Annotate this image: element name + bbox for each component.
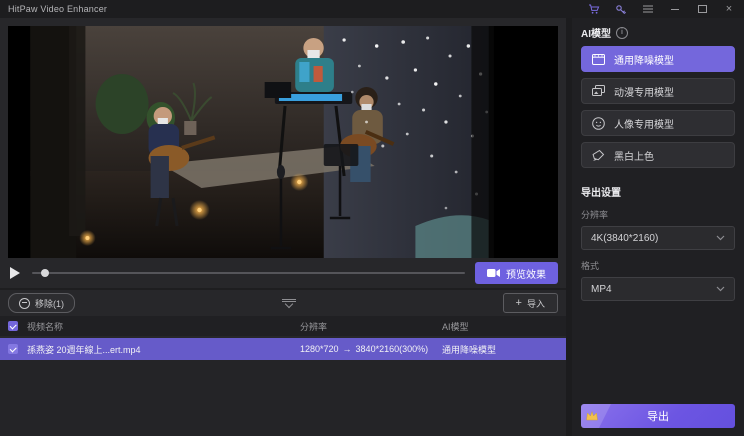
resolution-from: 1280*720: [300, 344, 339, 354]
film-frame-icon: [592, 54, 605, 65]
slider-track: [32, 272, 465, 274]
remove-button[interactable]: 移除(1): [8, 293, 75, 313]
model-label: 动漫专用模型: [614, 84, 674, 99]
chevron-down-icon: [716, 286, 725, 292]
video-frame-image: [8, 26, 558, 258]
playback-slider[interactable]: [32, 266, 465, 280]
model-label: 通用降噪模型: [614, 52, 674, 67]
format-label: 格式: [581, 259, 735, 272]
video-preview[interactable]: [8, 26, 558, 258]
model-label: 黑白上色: [614, 148, 654, 163]
slider-knob[interactable]: [41, 269, 49, 277]
cart-icon[interactable]: [587, 3, 601, 15]
export-button[interactable]: 导出: [581, 404, 735, 428]
format-value: MP4: [591, 284, 612, 295]
resolution-to: 3840*2160(300%): [356, 344, 429, 354]
minimize-icon[interactable]: [668, 3, 682, 15]
video-camera-icon: [487, 268, 500, 278]
table-row[interactable]: 孫燕姿 20週年線上...ert.mp4 1280*720 → 3840*216…: [0, 338, 566, 360]
close-icon[interactable]: ×: [722, 3, 736, 15]
column-ai-model: AI模型: [442, 320, 558, 333]
crown-badge: [581, 404, 611, 428]
right-sidebar: AI模型 i 通用降噪模型 动漫专用模型: [572, 18, 744, 436]
left-panel: 预览效果 移除(1) + 导入: [0, 18, 572, 436]
chevron-down-icon: [716, 235, 725, 241]
format-dropdown[interactable]: MP4: [581, 277, 735, 301]
app-window: HitPaw Video Enhancer ×: [0, 0, 744, 436]
plus-icon: +: [516, 298, 522, 309]
marker-icon: [592, 149, 605, 162]
import-button[interactable]: + 导入: [503, 293, 558, 313]
model-label: 人像专用模型: [614, 116, 674, 131]
import-label: 导入: [527, 297, 545, 310]
table-empty-area: [0, 360, 566, 436]
resolution-dropdown[interactable]: 4K(3840*2160): [581, 226, 735, 250]
photos-icon: [592, 85, 605, 97]
model-button-general-denoise[interactable]: 通用降噪模型: [581, 46, 735, 72]
select-all-checkbox[interactable]: [8, 321, 18, 331]
remove-label: 移除(1): [35, 297, 64, 310]
video-filename: 孫燕姿 20週年線上...ert.mp4: [27, 343, 141, 356]
ai-models-title: AI模型: [581, 25, 611, 40]
column-resolution: 分辨率: [300, 320, 442, 333]
restore-icon[interactable]: [695, 3, 709, 15]
model-button-colorize[interactable]: 黑白上色: [581, 142, 735, 168]
playback-controls: 预览效果: [0, 258, 566, 288]
play-button[interactable]: [8, 266, 22, 280]
resolution-value: 4K(3840*2160): [591, 233, 658, 244]
menu-icon[interactable]: [641, 3, 655, 15]
main-area: 预览效果 移除(1) + 导入: [0, 18, 744, 436]
model-button-portrait[interactable]: 人像专用模型: [581, 110, 735, 136]
resolution-label: 分辨率: [581, 208, 735, 221]
file-toolbar: 移除(1) + 导入: [0, 290, 566, 316]
model-button-anime[interactable]: 动漫专用模型: [581, 78, 735, 104]
title-bar: HitPaw Video Enhancer ×: [0, 0, 744, 18]
collapse-handle-icon[interactable]: [282, 299, 296, 307]
info-icon[interactable]: i: [616, 27, 628, 39]
export-label: 导出: [647, 408, 669, 424]
column-video-name: 视频名称: [27, 320, 63, 333]
table-header: 视频名称 分辨率 AI模型: [0, 316, 566, 336]
arrow-icon: →: [343, 344, 352, 354]
export-settings-title: 导出设置: [581, 184, 735, 199]
preview-effect-label: 预览效果: [506, 266, 546, 281]
app-title: HitPaw Video Enhancer: [8, 4, 107, 14]
remove-circle-icon: [19, 298, 30, 309]
crown-icon: [585, 410, 599, 422]
row-ai-model: 通用降噪模型: [442, 343, 558, 356]
row-checkbox[interactable]: [8, 344, 18, 354]
face-icon: [592, 117, 605, 130]
preview-effect-button[interactable]: 预览效果: [475, 262, 558, 284]
key-icon[interactable]: [614, 3, 628, 15]
